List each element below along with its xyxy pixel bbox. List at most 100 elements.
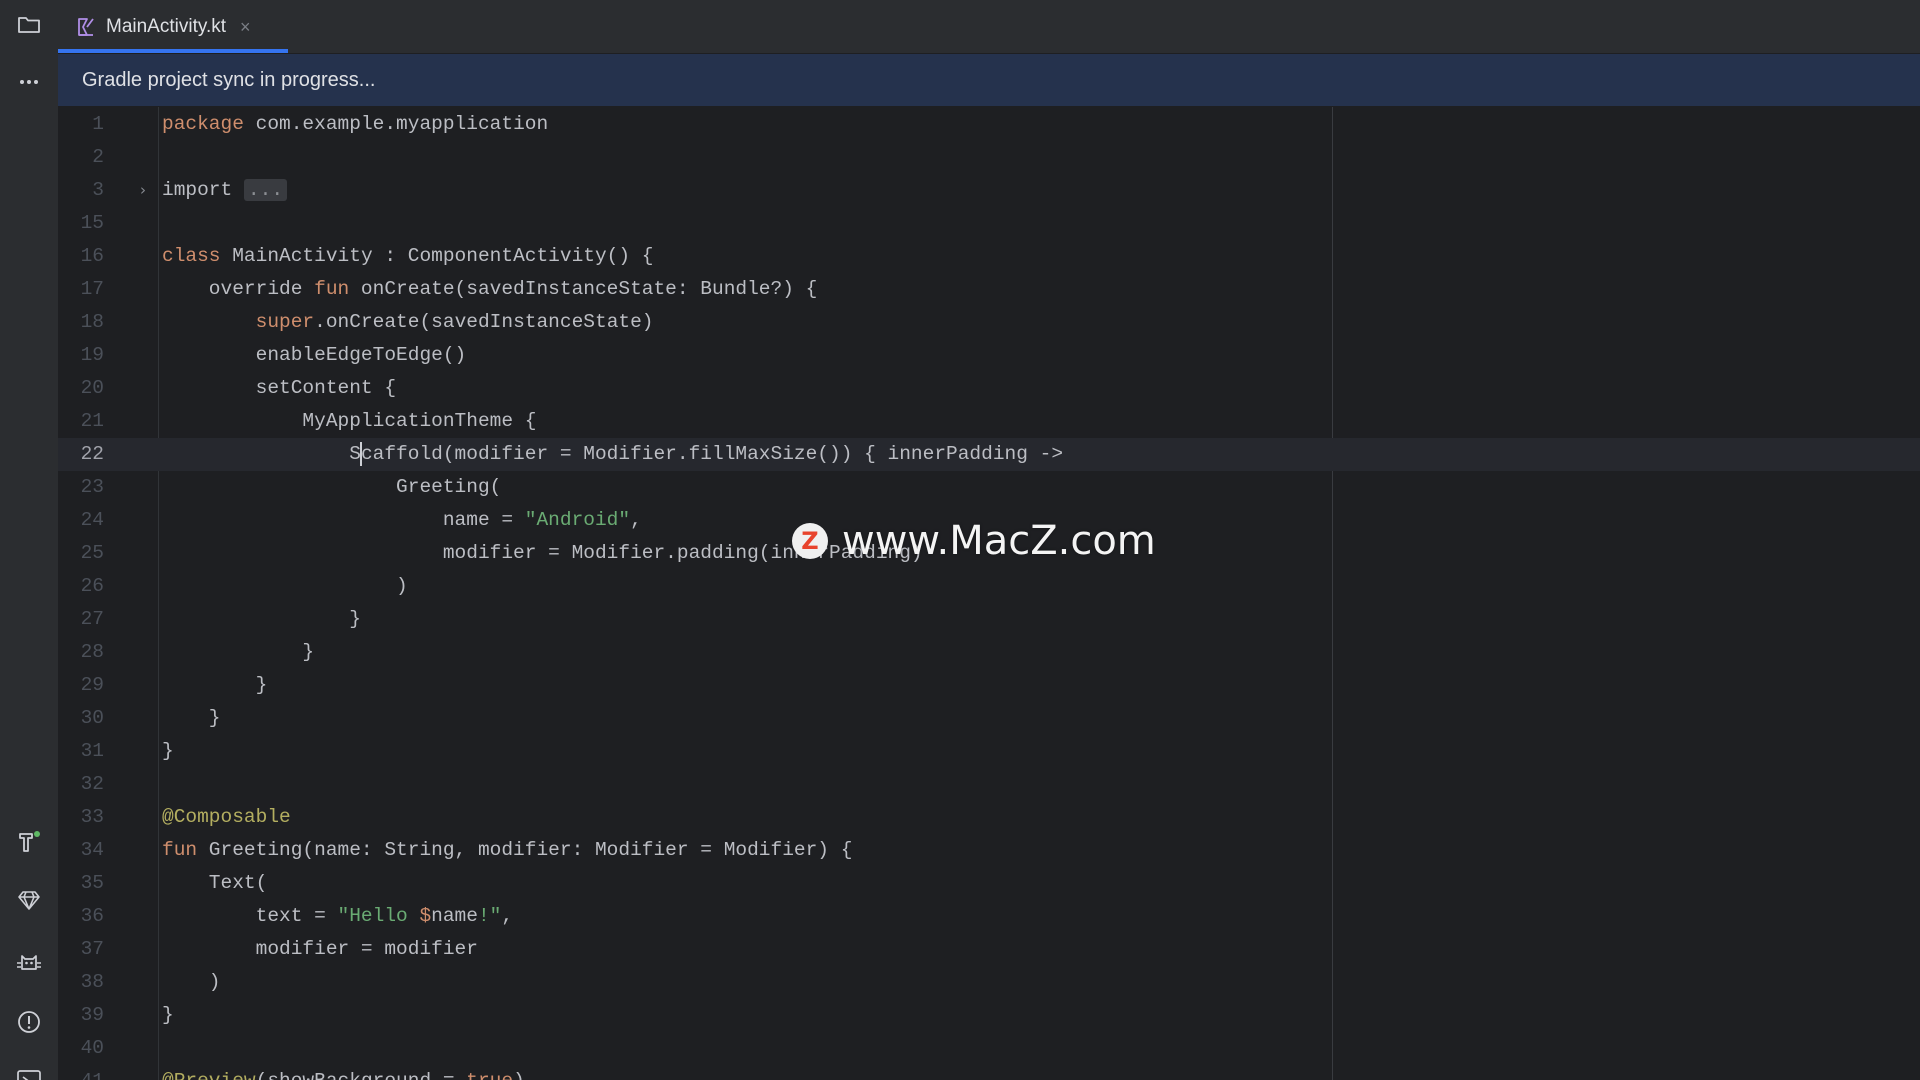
code-token: super <box>255 311 315 333</box>
code-editor[interactable]: 1 package com.example.myapplication 2 3 › imp… <box>58 107 1920 1080</box>
code-text: package com.example.myapplication <box>162 108 548 141</box>
line-number: 26 <box>80 575 104 597</box>
code-token: fun <box>162 839 198 861</box>
code-line[interactable]: 16 class MainActivity : ComponentActivity… <box>58 240 1920 273</box>
line-number: 35 <box>80 872 104 894</box>
code-token: $ <box>419 905 432 927</box>
folder-icon <box>18 17 40 33</box>
gem-icon <box>18 891 40 910</box>
code-line[interactable]: 35 Text( <box>58 867 1920 900</box>
code-token: } <box>162 674 268 696</box>
code-token: } <box>162 740 174 762</box>
logcat-button[interactable] <box>11 944 47 980</box>
line-number: 23 <box>80 476 104 498</box>
code-line[interactable]: 33 @Composable <box>58 801 1920 834</box>
tab-label: MainActivity.kt <box>106 15 227 37</box>
terminal-icon <box>17 1070 41 1080</box>
line-number: 28 <box>80 641 104 663</box>
code-line[interactable]: 20 setContent { <box>58 372 1920 405</box>
code-line[interactable]: 31} <box>58 735 1920 768</box>
project-folder-button[interactable] <box>11 6 47 42</box>
code-token: S <box>162 443 361 465</box>
line-number: 27 <box>80 608 104 630</box>
gradle-sync-banner: Gradle project sync in progress... <box>58 54 1920 107</box>
code-token: name = <box>162 509 525 531</box>
code-token: , <box>630 509 642 531</box>
problems-button[interactable] <box>11 1004 47 1040</box>
code-line[interactable]: 26 ) <box>58 570 1920 603</box>
code-token: ) <box>162 575 408 597</box>
more-tools-button[interactable] <box>11 64 47 100</box>
line-number: 24 <box>80 509 104 531</box>
code-line[interactable]: 36 text = "Hello $name!", <box>58 900 1920 933</box>
code-line[interactable]: 27 } <box>58 603 1920 636</box>
code-line[interactable]: 40 <box>58 1032 1920 1065</box>
code-line[interactable]: 25 modifier = Modifier.padding(innerPadd… <box>58 537 1920 570</box>
code-text: override fun onCreate(savedInstanceState… <box>162 273 818 306</box>
code-line[interactable]: 38 ) <box>58 966 1920 999</box>
code-line[interactable]: 17 override fun onCreate(savedInstanceSt… <box>58 273 1920 306</box>
code-text: setContent { <box>162 372 396 405</box>
code-line[interactable]: 34 fun Greeting(name: String, modifier: M… <box>58 834 1920 867</box>
code-token: } <box>162 1004 174 1026</box>
line-number: 30 <box>80 707 104 729</box>
close-tab-icon[interactable]: × <box>240 18 251 36</box>
line-number: 29 <box>80 674 104 696</box>
tab-main-activity[interactable]: MainActivity.kt × <box>58 0 288 53</box>
code-token: } <box>162 641 315 663</box>
code-line[interactable]: 23 Greeting( <box>58 471 1920 504</box>
code-line[interactable]: 18 super.onCreate(savedInstanceState) <box>58 306 1920 339</box>
code-text: name = "Android", <box>162 504 642 537</box>
code-line[interactable]: 29 } <box>58 669 1920 702</box>
code-text: fun Greeting(name: String, modifier: Mod… <box>162 834 852 867</box>
android-cat-icon <box>17 955 41 970</box>
code-token: package <box>162 113 244 135</box>
code-line[interactable]: 39} <box>58 999 1920 1032</box>
line-number: 39 <box>80 1004 104 1026</box>
code-token: fun <box>314 278 350 300</box>
code-line[interactable]: 41 @Preview(showBackground = true) <box>58 1065 1920 1080</box>
code-text: } <box>162 636 314 669</box>
code-text: } <box>162 603 361 636</box>
code-line[interactable]: 28 } <box>58 636 1920 669</box>
code-text: Greeting( <box>162 471 501 504</box>
code-line[interactable]: 22 Scaffold(modifier = Modifier.fillMaxS… <box>58 438 1920 471</box>
code-line[interactable]: 37 modifier = modifier <box>58 933 1920 966</box>
code-token: setContent { <box>162 377 397 399</box>
code-token: ) <box>162 971 221 993</box>
code-line[interactable]: 32 <box>58 768 1920 801</box>
code-line[interactable]: 24 name = "Android", <box>58 504 1920 537</box>
code-line[interactable]: 1 package com.example.myapplication <box>58 108 1920 141</box>
code-token: true <box>466 1070 513 1080</box>
line-number: 25 <box>80 542 104 564</box>
code-text: } <box>162 735 174 768</box>
code-line[interactable]: 21 MyApplicationTheme { <box>58 405 1920 438</box>
gem-tool-button[interactable] <box>11 882 47 918</box>
code-line[interactable]: 30 } <box>58 702 1920 735</box>
line-number: 31 <box>80 740 104 762</box>
build-button[interactable] <box>11 824 47 860</box>
code-line[interactable]: 15 <box>58 207 1920 240</box>
line-number: 19 <box>80 344 104 366</box>
code-line[interactable]: 2 <box>58 141 1920 174</box>
code-line[interactable]: 3 › import ... <box>58 174 1920 207</box>
line-number: 41 <box>58 1065 104 1080</box>
code-token: .onCreate(savedInstanceState) <box>314 311 654 333</box>
line-number: 15 <box>80 212 104 234</box>
left-tool-strip <box>0 0 59 1080</box>
folded-imports[interactable]: ... <box>243 179 288 201</box>
code-line[interactable]: 19 enableEdgeToEdge() <box>58 339 1920 372</box>
code-token: MainActivity : ComponentActivity() { <box>220 245 654 267</box>
code-text: ) <box>162 570 408 603</box>
code-text: @Preview(showBackground = true) <box>162 1065 525 1080</box>
more-icon <box>20 80 38 84</box>
banner-text: Gradle project sync in progress... <box>82 68 376 91</box>
problems-icon <box>18 1011 40 1033</box>
code-token: "Android" <box>524 509 631 531</box>
code-token: MyApplicationTheme { <box>162 410 537 432</box>
fold-chevron-icon[interactable]: › <box>140 174 146 207</box>
active-tab-indicator <box>58 49 288 53</box>
line-number: 2 <box>92 146 104 168</box>
terminal-button[interactable] <box>11 1062 47 1080</box>
